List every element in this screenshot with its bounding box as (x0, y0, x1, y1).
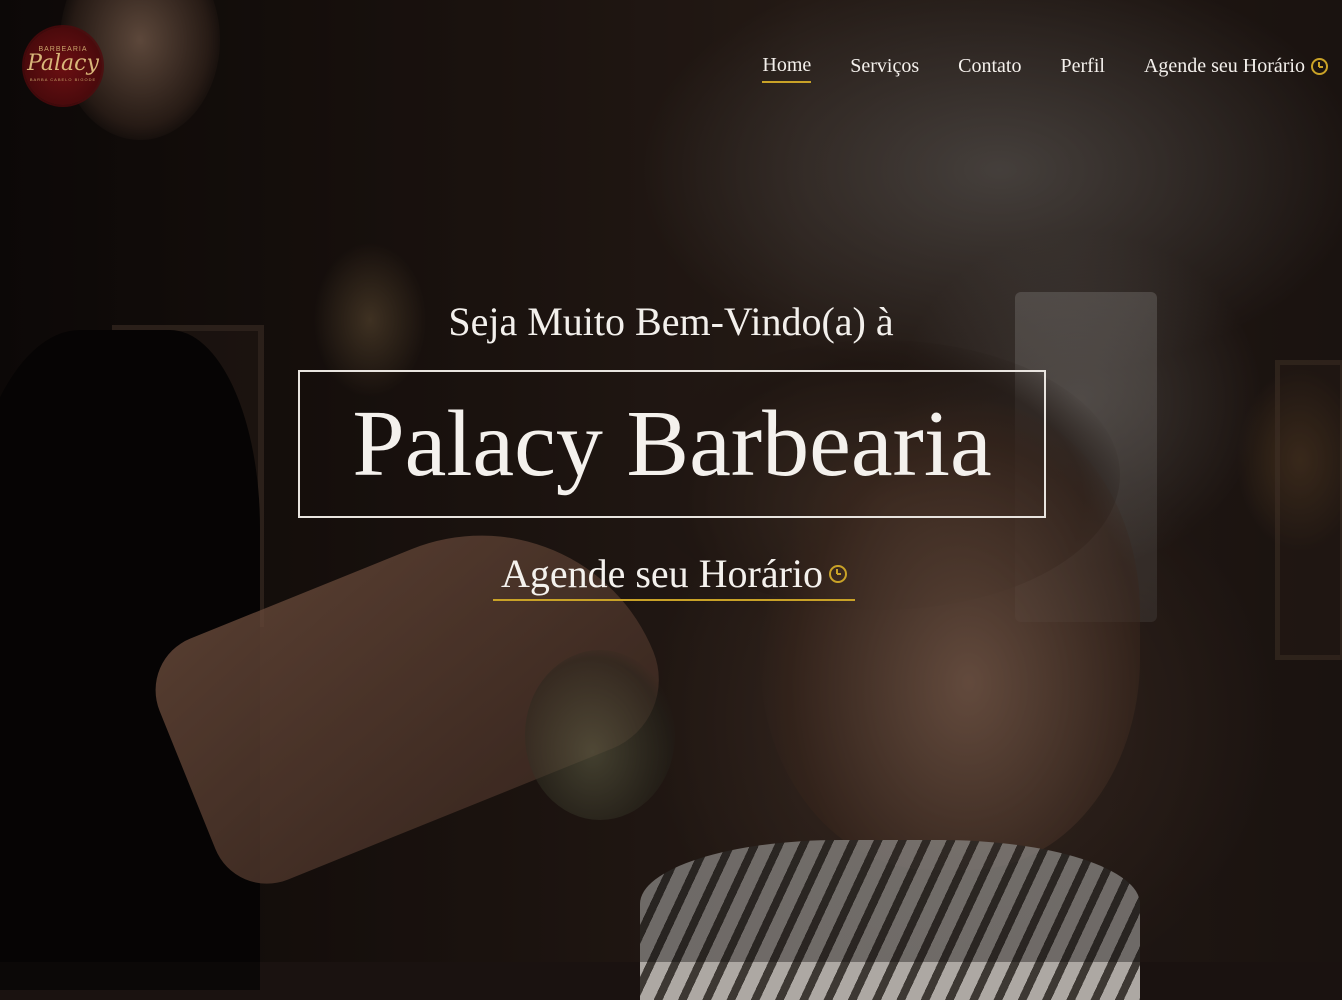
nav-servicos-label: Serviços (850, 55, 920, 77)
brand-logo[interactable]: BARBEARIA Palacy BARBA CABELO BIGODE (24, 27, 102, 105)
nav-agende-label: Agende seu Horário (1143, 55, 1305, 77)
nav-contato[interactable]: Contato (958, 55, 1021, 82)
clock-icon (1311, 58, 1328, 75)
nav-home[interactable]: Home (762, 54, 812, 83)
nav-perfil[interactable]: Perfil (1061, 55, 1105, 82)
nav-contato-label: Contato (958, 55, 1022, 77)
nav-servicos[interactable]: Serviços (850, 55, 919, 82)
nav-home-label: Home (762, 54, 812, 76)
hero-title-box: Palacy Barbearia (298, 370, 1046, 518)
hero-welcome-text: Seja Muito Bem-Vindo(a) à (448, 299, 894, 344)
logo-bottom-text: BARBA CABELO BIGODE (29, 77, 97, 82)
main-nav: Home Serviços Contato Perfil Agende seu … (723, 54, 1328, 83)
clock-icon (829, 564, 848, 583)
logo-main-text: Palacy (27, 51, 99, 76)
nav-perfil-label: Perfil (1060, 55, 1105, 77)
schedule-button[interactable]: Agende seu Horário (493, 550, 855, 601)
hero-title: Palacy Barbearia (352, 392, 992, 496)
nav-agende[interactable]: Agende seu Horário (1144, 55, 1328, 82)
schedule-button-label: Agende seu Horário (500, 551, 824, 596)
